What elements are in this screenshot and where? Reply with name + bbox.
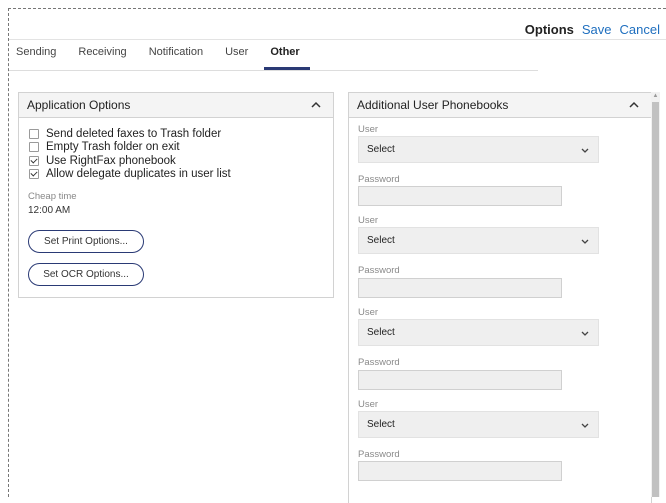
checkbox-use-phonebook[interactable] — [29, 155, 39, 166]
header-actions: Options Save Cancel — [525, 22, 660, 37]
tab-receiving[interactable]: Receiving — [78, 46, 126, 66]
checkbox-label: Allow delegate duplicates in user list — [46, 168, 231, 181]
chevron-down-icon — [581, 239, 589, 244]
user-label: User — [358, 215, 379, 226]
chevron-up-icon[interactable] — [627, 98, 641, 112]
user-select-value: Select — [367, 419, 395, 430]
chevron-down-icon — [581, 148, 589, 153]
options-title: Options — [524, 22, 574, 37]
cancel-button[interactable]: Cancel — [620, 22, 660, 37]
application-options-panel: Application Options Send deleted faxes t… — [18, 92, 334, 298]
checkbox-row-send-deleted[interactable]: Send deleted faxes to Trash folder — [29, 127, 333, 141]
vertical-scrollbar[interactable]: ▲ — [651, 92, 660, 497]
header-divider — [9, 39, 666, 40]
chevron-up-icon[interactable] — [309, 98, 323, 112]
scroll-thumb[interactable] — [652, 102, 659, 497]
user-select-value: Select — [367, 235, 395, 246]
password-field[interactable] — [358, 186, 562, 206]
checkbox-allow-duplicates[interactable] — [29, 169, 39, 180]
tabs-divider — [9, 70, 538, 71]
page-border-top — [8, 8, 666, 9]
chevron-down-icon — [581, 331, 589, 336]
password-label: Password — [358, 174, 400, 185]
tab-sending[interactable]: Sending — [16, 46, 56, 66]
password-field[interactable] — [358, 461, 562, 481]
checkbox-row-empty-trash[interactable]: Empty Trash folder on exit — [29, 141, 333, 155]
checkbox-list: Send deleted faxes to Trash folder Empty… — [19, 118, 333, 181]
checkbox-empty-trash[interactable] — [29, 142, 39, 153]
password-label: Password — [358, 357, 400, 368]
application-options-header[interactable]: Application Options — [19, 93, 333, 118]
password-field[interactable] — [358, 370, 562, 390]
user-label: User — [358, 307, 379, 318]
tab-bar: Sending Receiving Notification User Othe… — [16, 46, 322, 70]
password-label: Password — [358, 265, 400, 276]
user-label: User — [358, 399, 379, 410]
application-options-title: Application Options — [27, 98, 131, 112]
checkbox-row-use-phonebook[interactable]: Use RightFax phonebook — [29, 154, 333, 168]
cheap-time-value[interactable]: 12:00 AM — [28, 205, 333, 216]
password-field[interactable] — [358, 278, 562, 298]
additional-phonebooks-panel: Additional User Phonebooks User Select P… — [348, 92, 652, 503]
set-ocr-options-button[interactable]: Set OCR Options... — [28, 263, 144, 286]
password-label: Password — [358, 449, 400, 460]
tab-other[interactable]: Other — [264, 46, 311, 70]
phonebooks-title: Additional User Phonebooks — [357, 98, 509, 112]
tab-user[interactable]: User — [225, 46, 248, 66]
user-select[interactable]: Select — [358, 227, 599, 254]
phonebooks-header[interactable]: Additional User Phonebooks — [349, 93, 651, 118]
checkbox-label: Send deleted faxes to Trash folder — [46, 127, 222, 140]
checkbox-row-allow-duplicates[interactable]: Allow delegate duplicates in user list — [29, 168, 333, 182]
page-border-left — [8, 8, 9, 497]
user-select[interactable]: Select — [358, 319, 599, 346]
set-print-options-button[interactable]: Set Print Options... — [28, 230, 144, 253]
user-select-value: Select — [367, 144, 395, 155]
save-button[interactable]: Save — [582, 22, 612, 37]
chevron-down-icon — [581, 423, 589, 428]
user-select-value: Select — [367, 327, 395, 338]
checkbox-send-deleted[interactable] — [29, 128, 39, 139]
user-select[interactable]: Select — [358, 136, 599, 163]
user-select[interactable]: Select — [358, 411, 599, 438]
tab-notification[interactable]: Notification — [149, 46, 203, 66]
cheap-time-label: Cheap time — [28, 191, 77, 202]
checkbox-label: Use RightFax phonebook — [46, 154, 176, 167]
user-label: User — [358, 124, 379, 135]
checkbox-label: Empty Trash folder on exit — [46, 141, 180, 154]
scroll-up-arrow-icon[interactable]: ▲ — [652, 92, 659, 101]
